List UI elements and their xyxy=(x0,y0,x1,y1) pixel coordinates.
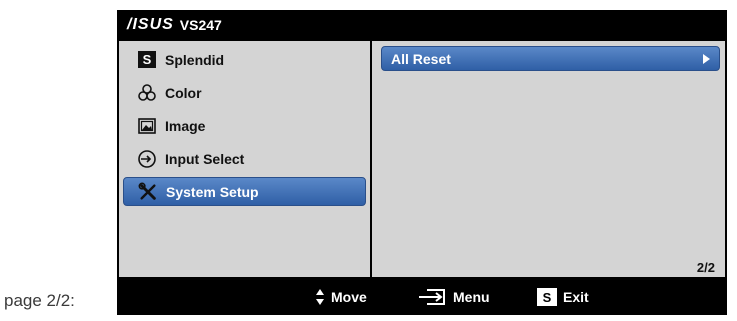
menu-label: Menu xyxy=(453,289,490,305)
splendid-s-icon: S xyxy=(537,288,557,306)
osd-footer: Move Menu S Exit xyxy=(117,279,727,315)
osd-header: /ISUS VS247 xyxy=(117,10,727,39)
menu-item-color[interactable]: Color xyxy=(123,78,366,107)
menu-item-image[interactable]: Image xyxy=(123,111,366,140)
move-hint[interactable]: Move xyxy=(315,279,367,315)
up-down-arrows-icon xyxy=(315,288,325,306)
submenu-panel: All Reset 2/2 xyxy=(372,41,725,277)
menu-item-system-setup[interactable]: System Setup xyxy=(123,177,366,206)
menu-item-label: Input Select xyxy=(165,150,245,167)
menu-item-label: Image xyxy=(165,117,206,134)
input-select-icon xyxy=(137,149,157,169)
osd-menu: /ISUS VS247 S Splendid Color Image Input… xyxy=(117,10,727,315)
splendid-s-icon: S xyxy=(137,50,157,70)
arrow-right-icon xyxy=(703,54,710,64)
enter-icon xyxy=(417,288,447,306)
all-reset-item[interactable]: All Reset xyxy=(381,46,720,71)
exit-hint[interactable]: S Exit xyxy=(537,279,589,315)
move-label: Move xyxy=(331,289,367,305)
submenu-label: All Reset xyxy=(391,50,451,67)
menu-item-label: Splendid xyxy=(165,51,225,68)
main-menu-panel: S Splendid Color Image Input Select Syst… xyxy=(119,41,370,277)
page-indicator: 2/2 xyxy=(696,260,715,275)
menu-hint[interactable]: Menu xyxy=(417,279,490,315)
model-name: VS247 xyxy=(179,16,222,33)
menu-item-splendid[interactable]: S Splendid xyxy=(123,45,366,74)
color-icon xyxy=(137,83,157,103)
brand-logo: /ISUS xyxy=(127,15,174,33)
menu-item-input-select[interactable]: Input Select xyxy=(123,144,366,173)
exit-label: Exit xyxy=(563,289,589,305)
menu-item-label: System Setup xyxy=(166,183,259,200)
wrench-screwdriver-icon xyxy=(138,182,158,202)
image-icon xyxy=(137,116,157,136)
page-caption: page 2/2: xyxy=(4,291,75,310)
menu-item-label: Color xyxy=(165,84,202,101)
